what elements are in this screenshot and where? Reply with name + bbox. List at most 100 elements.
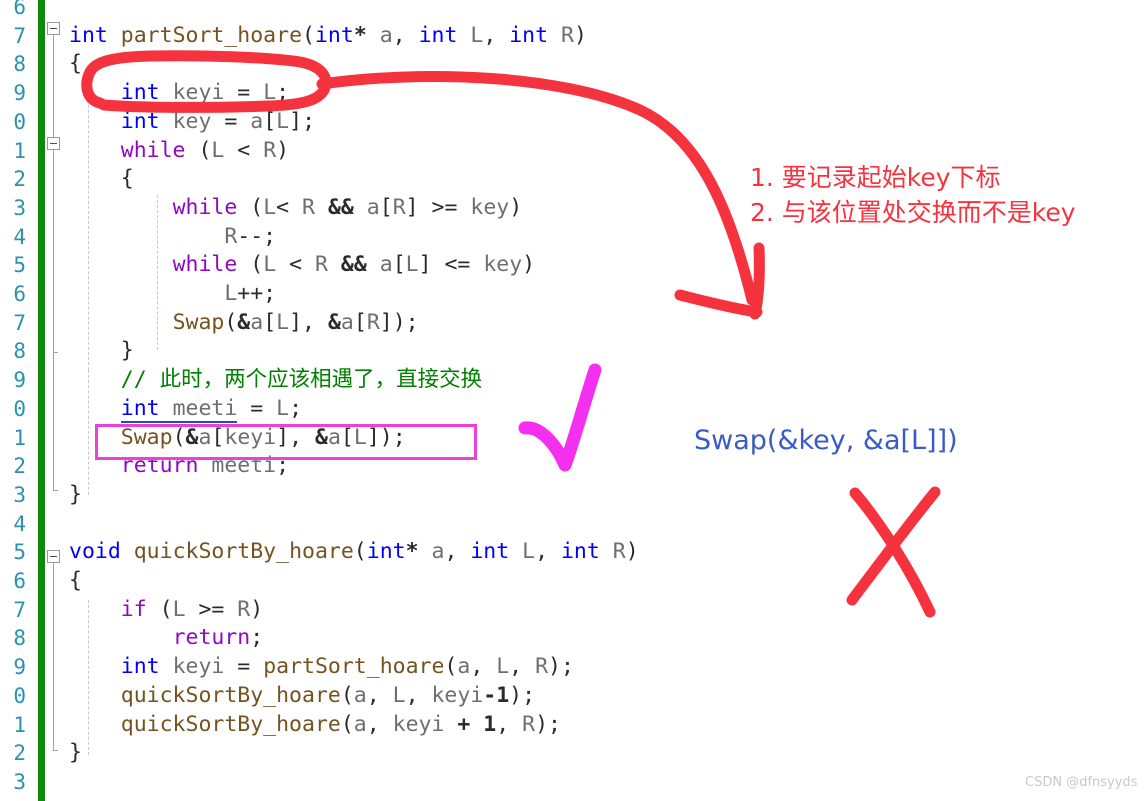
code-token: --; xyxy=(237,223,277,249)
red-annotation-note-2: 2. 与该位置处交换而不是key xyxy=(750,198,1076,227)
code-token: + xyxy=(457,711,471,737)
line-number: 0 xyxy=(13,396,26,421)
code-token: L xyxy=(470,22,484,48)
code-token: = xyxy=(224,80,264,106)
blue-annotation-swap-key: Swap(&key, &a[L]]) xyxy=(694,425,958,456)
code-token: < xyxy=(276,194,303,220)
fold-region-end-while xyxy=(53,352,58,353)
line-number: 1 xyxy=(13,138,26,163)
code-token: R xyxy=(263,137,277,163)
code-token: quickSortBy_hoare xyxy=(120,682,341,708)
fold-toggle-icon-while[interactable] xyxy=(47,137,60,150)
code-line[interactable]: L++; xyxy=(69,280,276,309)
code-token: L xyxy=(276,395,290,421)
code-token: while xyxy=(172,252,238,278)
line-number: 2 xyxy=(13,741,26,766)
code-line[interactable]: { xyxy=(69,165,134,194)
code-line[interactable]: { xyxy=(69,567,82,596)
code-token: ( xyxy=(146,596,173,622)
code-token: R xyxy=(314,252,328,278)
code-folding-column[interactable] xyxy=(47,0,69,801)
code-token: , xyxy=(483,22,510,48)
code-line[interactable]: while (L < R) xyxy=(69,137,289,166)
code-line[interactable]: } xyxy=(69,337,134,366)
saved-changes-indicator-bar xyxy=(38,0,45,801)
code-token: L xyxy=(224,281,238,306)
code-token: L xyxy=(211,137,225,163)
line-number: 6 xyxy=(13,569,26,593)
code-token: ] <= xyxy=(418,252,484,278)
code-line[interactable]: int partSort_hoare(int* a, int L, int R) xyxy=(69,22,587,51)
code-token: } xyxy=(69,481,82,507)
code-token: ; xyxy=(276,80,290,106)
code-text-area[interactable]: int partSort_hoare(int* a, int L, int R)… xyxy=(69,0,1144,801)
code-token: ( xyxy=(340,682,354,708)
code-line[interactable]: Swap(&a[L], &a[R]); xyxy=(69,309,419,338)
code-token: = xyxy=(237,395,277,421)
code-token: * xyxy=(405,539,419,565)
code-token: ( xyxy=(444,654,458,680)
code-token: 1 xyxy=(483,711,497,737)
code-token: quickSortBy_hoare xyxy=(120,711,341,737)
code-token: R xyxy=(224,223,238,249)
code-line[interactable]: int keyi = partSort_hoare(a, L, R); xyxy=(69,653,574,682)
code-token: ); xyxy=(509,682,536,708)
code-token: R xyxy=(237,596,251,622)
code-line[interactable]: return; xyxy=(69,624,264,653)
line-number: 6 xyxy=(13,282,26,306)
code-token: L xyxy=(276,108,290,134)
code-line[interactable]: while (L< R && a[R] >= key) xyxy=(69,194,523,223)
code-token: ; xyxy=(289,395,303,421)
code-token: ( xyxy=(237,194,264,220)
code-token: , xyxy=(509,654,536,680)
code-token: , xyxy=(470,654,497,680)
fold-toggle-icon-quicksort[interactable] xyxy=(47,550,60,563)
line-number: 2 xyxy=(13,167,26,192)
code-token: keyi xyxy=(431,682,484,708)
code-token: key xyxy=(172,108,212,134)
code-line[interactable]: int key = a[L]; xyxy=(69,108,315,137)
code-line[interactable]: quickSortBy_hoare(a, L, keyi-1); xyxy=(69,682,535,711)
code-token: keyi xyxy=(392,711,445,737)
code-token: ( xyxy=(353,539,367,565)
code-line[interactable]: } xyxy=(69,739,82,768)
code-token: ( xyxy=(237,252,264,278)
code-editor-surface[interactable]: 6 7 8 9 0 1 2 3 4 5 6 7 8 9 0 1 2 3 4 5 6 7 8 9 0 1 2 3 int partSor… xyxy=(0,0,1144,801)
code-line[interactable]: int meeti = L; xyxy=(69,395,302,424)
code-line[interactable]: } xyxy=(69,481,82,510)
code-token: , xyxy=(535,539,561,565)
code-line[interactable]: // 此时，两个应该相遇了，直接交换 xyxy=(69,366,482,395)
code-token: L xyxy=(496,654,510,680)
code-line[interactable]: { xyxy=(69,50,82,79)
code-line[interactable]: void quickSortBy_hoare(int* a, int L, in… xyxy=(69,538,639,567)
code-token: R xyxy=(535,654,549,680)
code-line[interactable]: while (L < R && a[L] <= key) xyxy=(69,251,536,280)
code-line[interactable]: int keyi = L; xyxy=(69,79,289,108)
code-token: < xyxy=(224,137,264,163)
code-token: { xyxy=(69,51,82,77)
fold-toggle-icon-partsort[interactable] xyxy=(47,22,60,35)
code-line[interactable]: R--; xyxy=(69,223,276,252)
code-token: && xyxy=(327,194,354,220)
code-token: R xyxy=(522,711,536,737)
code-token: key xyxy=(470,194,510,220)
code-token: = xyxy=(211,108,251,134)
code-token: ; xyxy=(250,625,264,651)
line-number: 8 xyxy=(13,52,26,77)
line-number: 9 xyxy=(13,655,26,680)
code-token: ] >= xyxy=(405,194,471,220)
code-token: a xyxy=(379,22,393,48)
code-token: return xyxy=(172,625,251,651)
code-line[interactable]: if (L >= R) xyxy=(69,596,263,625)
code-token: key xyxy=(483,252,523,278)
code-token: int xyxy=(470,539,510,565)
code-line[interactable]: quickSortBy_hoare(a, keyi + 1, R); xyxy=(69,711,561,740)
